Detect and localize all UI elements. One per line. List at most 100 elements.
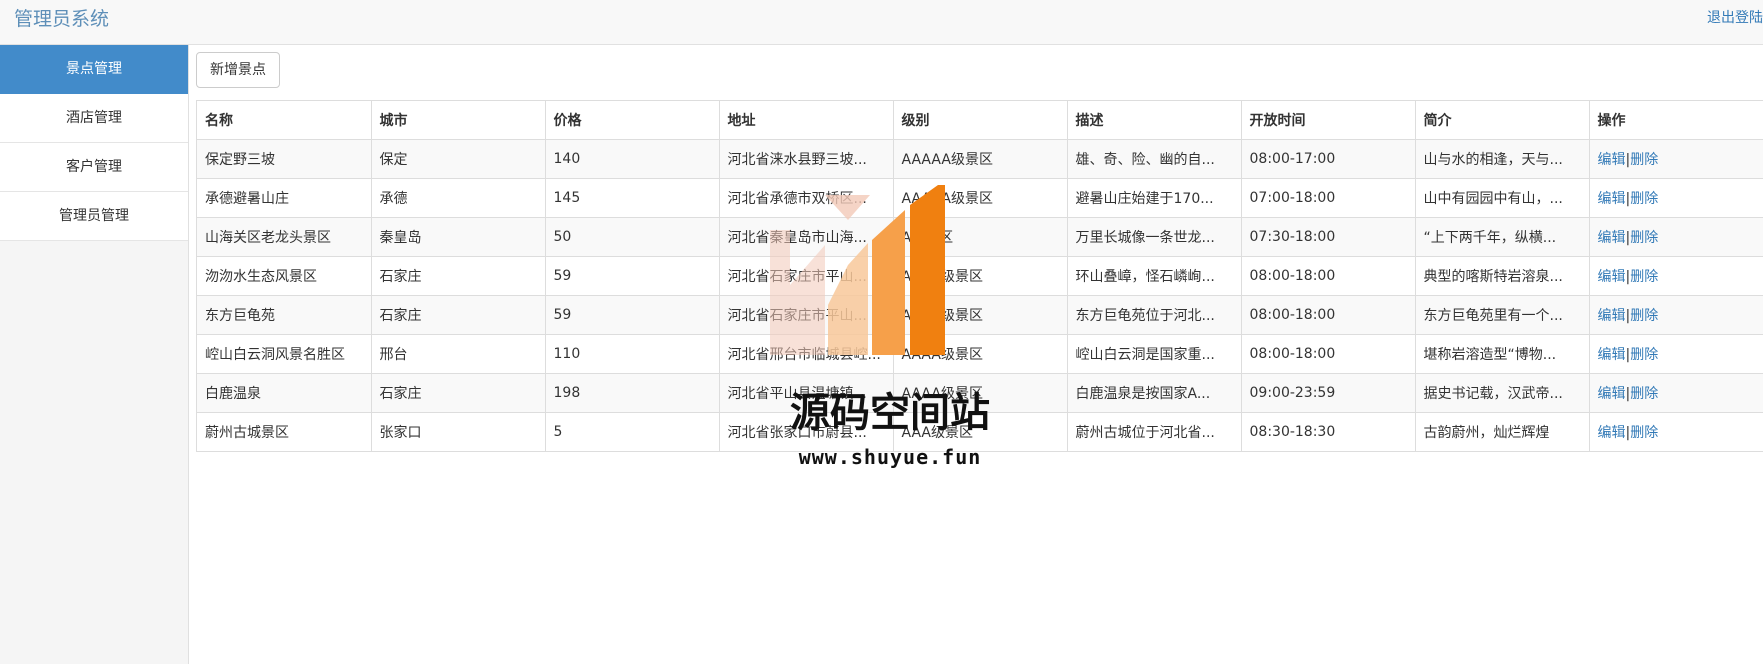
main-content: 新增景点 名称 城市 价格 地址 级别 描述 开放时间 简介 操作 保定野三坡 … bbox=[189, 45, 1763, 664]
edit-link[interactable]: 编辑 bbox=[1598, 230, 1626, 246]
cell-price: 5 bbox=[545, 412, 720, 451]
delete-link[interactable]: 删除 bbox=[1630, 308, 1658, 324]
cell-level: AAAA级景区 bbox=[893, 295, 1068, 335]
attractions-table: 名称 城市 价格 地址 级别 描述 开放时间 简介 操作 保定野三坡 保定 140 河… bbox=[197, 101, 1763, 451]
column-header-city: 城市 bbox=[371, 101, 546, 140]
cell-description: 雄、奇、险、幽的自... bbox=[1067, 139, 1242, 179]
cell-intro: 古韵蔚州，灿烂辉煌 bbox=[1415, 412, 1590, 451]
delete-link[interactable]: 删除 bbox=[1630, 191, 1658, 207]
cell-city: 张家口 bbox=[371, 412, 546, 451]
sidebar-item-customers[interactable]: 客户管理 bbox=[0, 143, 188, 192]
top-navbar: 管理员系统 退出登陆 bbox=[0, 0, 1763, 45]
app-title[interactable]: 管理员系统 bbox=[14, 6, 109, 32]
edit-link[interactable]: 编辑 bbox=[1598, 386, 1626, 402]
edit-link[interactable]: 编辑 bbox=[1598, 347, 1626, 363]
cell-level: AAAA级景区 bbox=[893, 256, 1068, 296]
cell-name: 崆山白云洞风景名胜区 bbox=[197, 334, 372, 374]
cell-intro: “上下两千年，纵横... bbox=[1415, 217, 1590, 257]
cell-actions: 编辑|删除 bbox=[1589, 217, 1763, 257]
cell-actions: 编辑|删除 bbox=[1589, 295, 1763, 335]
cell-name: 沕沕水生态风景区 bbox=[197, 256, 372, 296]
table-row: 沕沕水生态风景区 石家庄 59 河北省石家庄市平山... AAAA级景区 环山叠嶂，怪石嶙… bbox=[197, 256, 1763, 296]
cell-address: 河北省邢台市临城县崆... bbox=[719, 334, 894, 374]
table-row: 白鹿温泉 石家庄 198 河北省平山县温塘镇... AAAA级景区 白鹿温泉是按国家A..… bbox=[197, 373, 1763, 413]
attractions-table-container: 名称 城市 价格 地址 级别 描述 开放时间 简介 操作 保定野三坡 保定 140 河… bbox=[196, 100, 1763, 452]
cell-city: 石家庄 bbox=[371, 373, 546, 413]
edit-link[interactable]: 编辑 bbox=[1598, 425, 1626, 441]
cell-actions: 编辑|删除 bbox=[1589, 334, 1763, 374]
cell-address: 河北省平山县温塘镇... bbox=[719, 373, 894, 413]
cell-open-time: 08:30-18:30 bbox=[1241, 412, 1416, 451]
cell-price: 50 bbox=[545, 217, 720, 257]
column-header-open-time: 开放时间 bbox=[1241, 101, 1416, 140]
cell-address: 河北省承德市双桥区... bbox=[719, 178, 894, 218]
cell-description: 白鹿温泉是按国家A... bbox=[1067, 373, 1242, 413]
sidebar-item-attractions[interactable]: 景点管理 bbox=[0, 45, 188, 94]
cell-intro: 东方巨龟苑里有一个... bbox=[1415, 295, 1590, 335]
cell-price: 59 bbox=[545, 256, 720, 296]
cell-description: 蔚州古城位于河北省... bbox=[1067, 412, 1242, 451]
cell-level: AAAA级景区 bbox=[893, 373, 1068, 413]
column-header-price: 价格 bbox=[545, 101, 720, 140]
cell-city: 石家庄 bbox=[371, 295, 546, 335]
delete-link[interactable]: 删除 bbox=[1630, 347, 1658, 363]
table-header-row: 名称 城市 价格 地址 级别 描述 开放时间 简介 操作 bbox=[197, 101, 1763, 140]
sidebar-item-hotels[interactable]: 酒店管理 bbox=[0, 94, 188, 143]
cell-price: 59 bbox=[545, 295, 720, 335]
cell-description: 崆山白云洞是国家重... bbox=[1067, 334, 1242, 374]
delete-link[interactable]: 删除 bbox=[1630, 230, 1658, 246]
logout-link[interactable]: 退出登陆 bbox=[1707, 8, 1763, 28]
cell-intro: 山中有园园中有山，... bbox=[1415, 178, 1590, 218]
cell-address: 河北省张家口市蔚县... bbox=[719, 412, 894, 451]
cell-open-time: 08:00-17:00 bbox=[1241, 139, 1416, 179]
cell-actions: 编辑|删除 bbox=[1589, 256, 1763, 296]
cell-name: 山海关区老龙头景区 bbox=[197, 217, 372, 257]
cell-intro: 山与水的相逢，天与... bbox=[1415, 139, 1590, 179]
edit-link[interactable]: 编辑 bbox=[1598, 308, 1626, 324]
cell-open-time: 09:00-23:59 bbox=[1241, 373, 1416, 413]
table-row: 东方巨龟苑 石家庄 59 河北省石家庄市平山... AAAA级景区 东方巨龟苑位于河北..… bbox=[197, 295, 1763, 335]
column-header-address: 地址 bbox=[719, 101, 894, 140]
column-header-name: 名称 bbox=[197, 101, 372, 140]
table-row: 山海关区老龙头景区 秦皇岛 50 河北省秦皇岛市山海... A级景区 万里长城像一条世龙.… bbox=[197, 217, 1763, 257]
table-row: 蔚州古城景区 张家口 5 河北省张家口市蔚县... AAA级景区 蔚州古城位于河北省...… bbox=[197, 412, 1763, 451]
cell-name: 东方巨龟苑 bbox=[197, 295, 372, 335]
cell-open-time: 08:00-18:00 bbox=[1241, 334, 1416, 374]
table-body: 保定野三坡 保定 140 河北省涞水县野三坡... AAAAA级景区 雄、奇、险、幽的自.… bbox=[197, 139, 1763, 451]
cell-price: 198 bbox=[545, 373, 720, 413]
cell-level: AAA级景区 bbox=[893, 412, 1068, 451]
cell-address: 河北省涞水县野三坡... bbox=[719, 139, 894, 179]
cell-price: 140 bbox=[545, 139, 720, 179]
cell-actions: 编辑|删除 bbox=[1589, 178, 1763, 218]
cell-open-time: 07:00-18:00 bbox=[1241, 178, 1416, 218]
delete-link[interactable]: 删除 bbox=[1630, 152, 1658, 168]
cell-intro: 据史书记载，汉武帝... bbox=[1415, 373, 1590, 413]
cell-level: AAAAA级景区 bbox=[893, 139, 1068, 179]
column-header-intro: 简介 bbox=[1415, 101, 1590, 140]
delete-link[interactable]: 删除 bbox=[1630, 386, 1658, 402]
column-header-level: 级别 bbox=[893, 101, 1068, 140]
table-row: 保定野三坡 保定 140 河北省涞水县野三坡... AAAAA级景区 雄、奇、险、幽的自.… bbox=[197, 139, 1763, 179]
column-header-description: 描述 bbox=[1067, 101, 1242, 140]
cell-intro: 堪称岩溶造型“博物... bbox=[1415, 334, 1590, 374]
cell-city: 保定 bbox=[371, 139, 546, 179]
cell-description: 东方巨龟苑位于河北... bbox=[1067, 295, 1242, 335]
cell-city: 秦皇岛 bbox=[371, 217, 546, 257]
cell-description: 环山叠嶂，怪石嶙峋... bbox=[1067, 256, 1242, 296]
cell-open-time: 08:00-18:00 bbox=[1241, 295, 1416, 335]
table-row: 崆山白云洞风景名胜区 邢台 110 河北省邢台市临城县崆... AAAA级景区 崆山白云洞… bbox=[197, 334, 1763, 374]
cell-address: 河北省石家庄市平山... bbox=[719, 295, 894, 335]
sidebar: 景点管理 酒店管理 客户管理 管理员管理 bbox=[0, 45, 189, 664]
cell-name: 保定野三坡 bbox=[197, 139, 372, 179]
sidebar-item-admins[interactable]: 管理员管理 bbox=[0, 192, 188, 241]
cell-address: 河北省石家庄市平山... bbox=[719, 256, 894, 296]
add-attraction-button[interactable]: 新增景点 bbox=[196, 52, 280, 88]
cell-actions: 编辑|删除 bbox=[1589, 412, 1763, 451]
edit-link[interactable]: 编辑 bbox=[1598, 152, 1626, 168]
delete-link[interactable]: 删除 bbox=[1630, 425, 1658, 441]
edit-link[interactable]: 编辑 bbox=[1598, 191, 1626, 207]
cell-open-time: 08:00-18:00 bbox=[1241, 256, 1416, 296]
delete-link[interactable]: 删除 bbox=[1630, 269, 1658, 285]
edit-link[interactable]: 编辑 bbox=[1598, 269, 1626, 285]
cell-actions: 编辑|删除 bbox=[1589, 139, 1763, 179]
